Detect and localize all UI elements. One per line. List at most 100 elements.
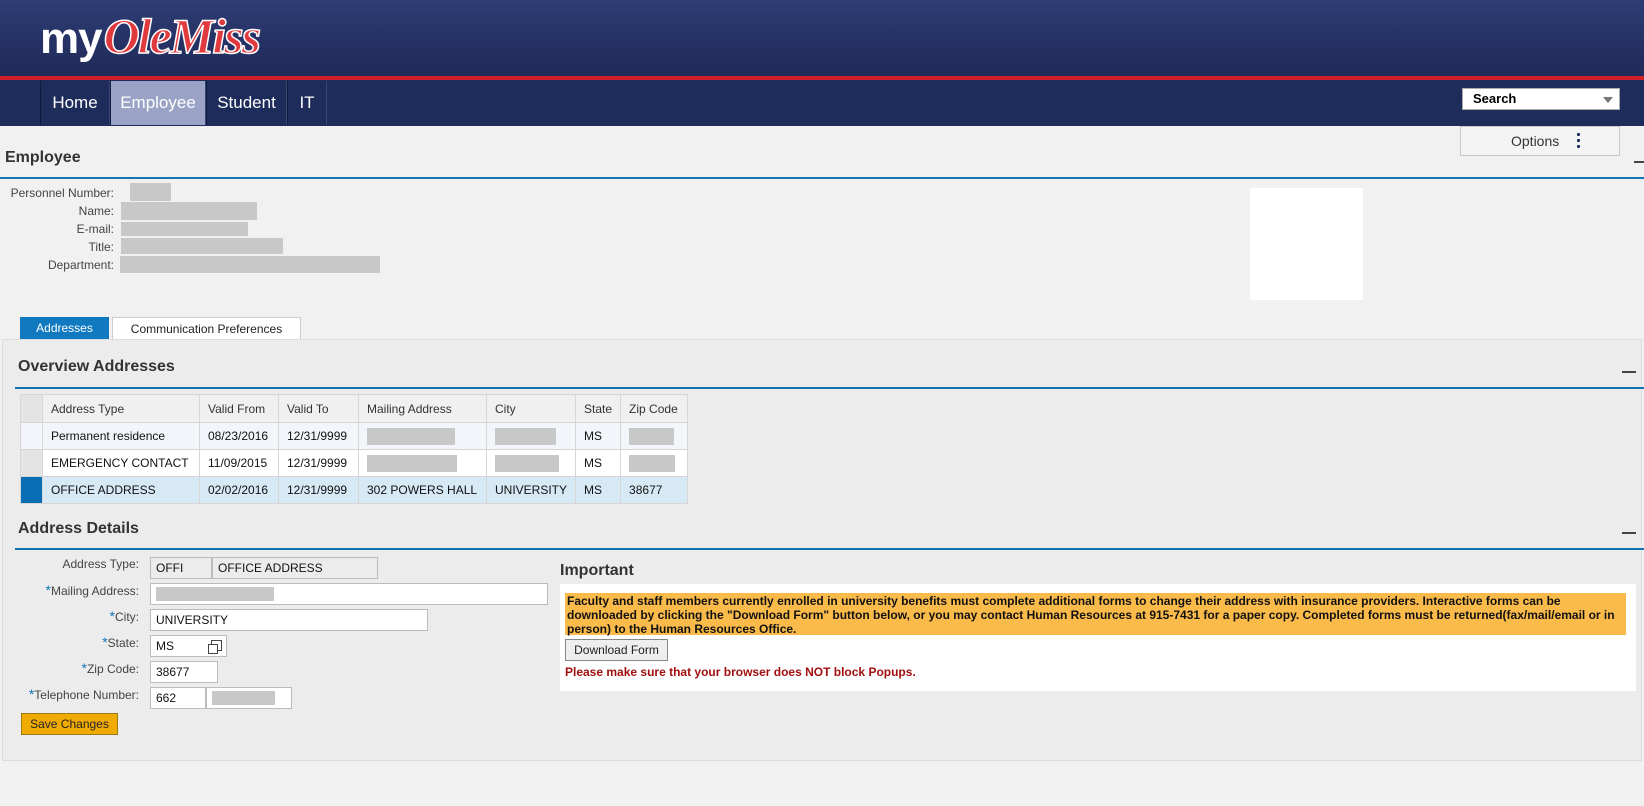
department-redacted — [120, 256, 380, 273]
row-selector-header — [20, 394, 43, 423]
valid-from-cell: 02/02/2016 — [199, 476, 279, 504]
row-selector[interactable] — [20, 449, 43, 477]
state-cell: MS — [575, 449, 622, 477]
search-dropdown[interactable]: Search — [1462, 88, 1620, 110]
addresses-table: Address Type Valid From Valid To Mailing… — [20, 394, 689, 504]
nav-employee[interactable]: Employee — [110, 81, 206, 125]
telephone-number-input[interactable] — [206, 687, 292, 709]
telephone-area-code-input[interactable]: 662 — [150, 687, 206, 709]
options-label: Options — [1511, 133, 1560, 149]
column-header[interactable]: Valid To — [278, 394, 359, 423]
section-divider — [0, 177, 1644, 179]
valid-to-cell: 12/31/9999 — [278, 476, 359, 504]
address-type-cell: EMERGENCY CONTACT — [42, 449, 200, 477]
nav-student[interactable]: Student — [206, 81, 287, 125]
column-header[interactable]: Valid From — [199, 394, 279, 423]
redacted-value — [495, 454, 559, 472]
tab-addresses[interactable]: Addresses — [20, 317, 109, 339]
address-type-cell: Permanent residence — [42, 422, 200, 450]
city-label: *City: — [109, 608, 139, 624]
redacted-value — [156, 587, 274, 601]
column-header[interactable]: Address Type — [42, 394, 200, 423]
city-cell — [485, 449, 577, 477]
address-type-name-field: OFFICE ADDRESS — [212, 557, 378, 579]
row-selector[interactable] — [20, 422, 43, 450]
mailing-address-cell — [358, 449, 487, 477]
state-cell: MS — [575, 422, 622, 450]
address-type-label: Address Type: — [62, 557, 140, 571]
logo-my-text: my — [40, 14, 103, 63]
collapse-icon[interactable] — [1634, 161, 1644, 163]
city-input[interactable]: UNIVERSITY — [150, 609, 428, 631]
city-cell: UNIVERSITY — [485, 476, 577, 504]
chevron-down-icon — [1603, 97, 1613, 103]
employee-section-title: Employee — [5, 149, 81, 166]
myolemiss-logo[interactable]: my OleMiss — [40, 6, 262, 66]
column-header[interactable]: City — [485, 394, 577, 423]
value-help-icon[interactable] — [208, 640, 222, 654]
save-changes-button[interactable]: Save Changes — [21, 713, 118, 735]
redacted-value — [367, 454, 457, 472]
more-vertical-icon — [1577, 133, 1581, 149]
valid-from-cell: 08/23/2016 — [199, 422, 279, 450]
nav-it[interactable]: IT — [287, 81, 327, 125]
main-nav: Home Employee Student IT — [0, 80, 1644, 126]
section-divider — [15, 548, 1644, 550]
title-redacted — [121, 238, 283, 254]
city-cell — [485, 422, 577, 450]
department-label: Department: — [47, 258, 114, 272]
valid-from-cell: 11/09/2015 — [199, 449, 279, 477]
column-header[interactable]: State — [575, 394, 622, 423]
zip-code-cell — [620, 449, 689, 477]
address-details-title: Address Details — [18, 520, 139, 537]
valid-to-cell: 12/31/9999 — [278, 449, 359, 477]
section-divider — [15, 387, 1644, 389]
state-input[interactable]: MS — [150, 635, 227, 657]
name-label: Name: — [78, 204, 114, 218]
redacted-value — [629, 427, 675, 445]
title-label: Title: — [88, 240, 114, 254]
zip-code-cell: 38677 — [620, 476, 689, 504]
column-header[interactable]: Zip Code — [620, 394, 689, 423]
important-message: Faculty and staff members currently enro… — [565, 593, 1626, 636]
column-header[interactable]: Mailing Address — [358, 394, 487, 423]
zip-code-cell — [620, 422, 689, 450]
zip-code-input[interactable]: 38677 — [150, 661, 218, 683]
popup-warning: Please make sure that your browser does … — [565, 665, 916, 679]
top-banner: my OleMiss — [0, 0, 1644, 76]
personnel-number-redacted — [130, 183, 171, 201]
table-row[interactable]: EMERGENCY CONTACT 11/09/2015 12/31/9999 … — [20, 449, 689, 477]
redacted-value — [212, 691, 275, 705]
mailing-address-label: *Mailing Address: — [45, 582, 140, 598]
state-label: *State: — [102, 634, 139, 650]
email-label: E-mail: — [76, 222, 114, 236]
table-row[interactable]: Permanent residence 08/23/2016 12/31/999… — [20, 422, 689, 450]
table-header-row: Address Type Valid From Valid To Mailing… — [20, 394, 689, 423]
redacted-value — [495, 427, 556, 445]
email-redacted — [121, 222, 248, 236]
important-title: Important — [560, 562, 634, 579]
mailing-address-input[interactable] — [150, 583, 548, 605]
mailing-address-cell: 302 POWERS HALL — [358, 476, 487, 504]
options-button[interactable]: Options — [1460, 126, 1620, 156]
table-row-selected[interactable]: OFFICE ADDRESS 02/02/2016 12/31/9999 302… — [20, 476, 689, 504]
state-cell: MS — [575, 476, 622, 504]
overview-addresses-title: Overview Addresses — [18, 358, 175, 375]
name-redacted — [121, 202, 257, 220]
personnel-number-label: Personnel Number: — [10, 186, 114, 200]
collapse-icon[interactable] — [1622, 532, 1636, 534]
telephone-label: *Telephone Number: — [28, 686, 139, 702]
employee-photo — [1250, 188, 1363, 300]
row-selector[interactable] — [20, 476, 43, 504]
state-value: MS — [156, 639, 174, 653]
address-type-cell: OFFICE ADDRESS — [42, 476, 200, 504]
redacted-value — [629, 454, 676, 472]
collapse-icon[interactable] — [1622, 371, 1636, 373]
valid-to-cell: 12/31/9999 — [278, 422, 359, 450]
download-form-button[interactable]: Download Form — [565, 639, 668, 661]
mailing-address-cell — [358, 422, 487, 450]
redacted-value — [367, 427, 455, 445]
nav-home[interactable]: Home — [40, 81, 110, 125]
search-label: Search — [1473, 91, 1517, 106]
tab-communication-preferences[interactable]: Communication Preferences — [112, 317, 301, 339]
